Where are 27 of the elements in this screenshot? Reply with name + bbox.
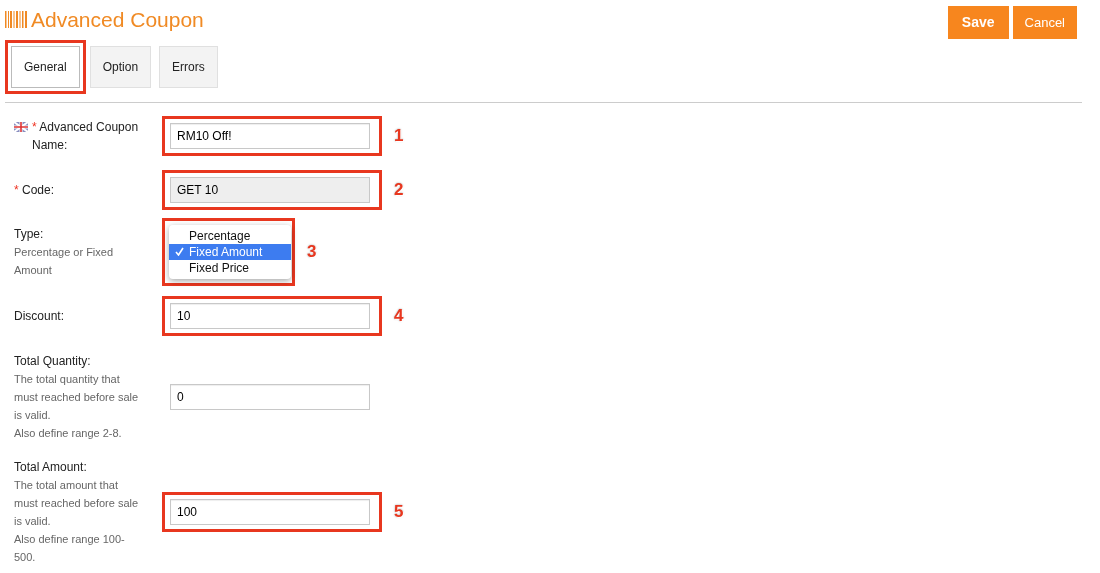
tab[interactable]: Errors xyxy=(159,46,218,88)
annotation-number: 4 xyxy=(394,305,404,328)
annotation-number: 3 xyxy=(307,241,317,264)
field-label: Total Quantity: xyxy=(14,353,91,370)
field-label: Type: xyxy=(14,226,44,243)
check-icon xyxy=(175,247,184,256)
field-label: * Advanced Coupon Name: xyxy=(32,119,140,154)
help-text: The total amount that must reached before sale is valid. Also define range 100- 500. xyxy=(14,478,140,565)
help-text: Percentage or Fixed Amount xyxy=(14,245,115,278)
field-label: Discount: xyxy=(14,308,65,325)
field-label: Total Amount: xyxy=(14,459,87,476)
input-field[interactable]: 0 xyxy=(170,384,370,410)
menu-option[interactable]: Fixed Price xyxy=(169,260,291,276)
menu-option[interactable]: Percentage xyxy=(169,228,291,244)
help-text: The total quantity that must reached before sale is valid. Also define range 2-8. xyxy=(14,372,140,441)
annotation-number: 5 xyxy=(394,501,404,524)
input-field[interactable]: RM10 Off! xyxy=(170,123,370,149)
annotation-number: 1 xyxy=(394,125,404,148)
page-title: Advanced Coupon xyxy=(31,9,204,30)
annotation-number: 2 xyxy=(394,179,404,202)
input-field[interactable]: 100 xyxy=(170,499,370,525)
tab[interactable]: General xyxy=(11,46,80,88)
field-label: * Code: xyxy=(14,182,55,199)
barcode-icon xyxy=(5,11,27,28)
menu-option[interactable]: Fixed Amount xyxy=(169,244,291,260)
tab[interactable]: Option xyxy=(89,46,152,88)
input-field[interactable]: 10 xyxy=(170,303,370,329)
